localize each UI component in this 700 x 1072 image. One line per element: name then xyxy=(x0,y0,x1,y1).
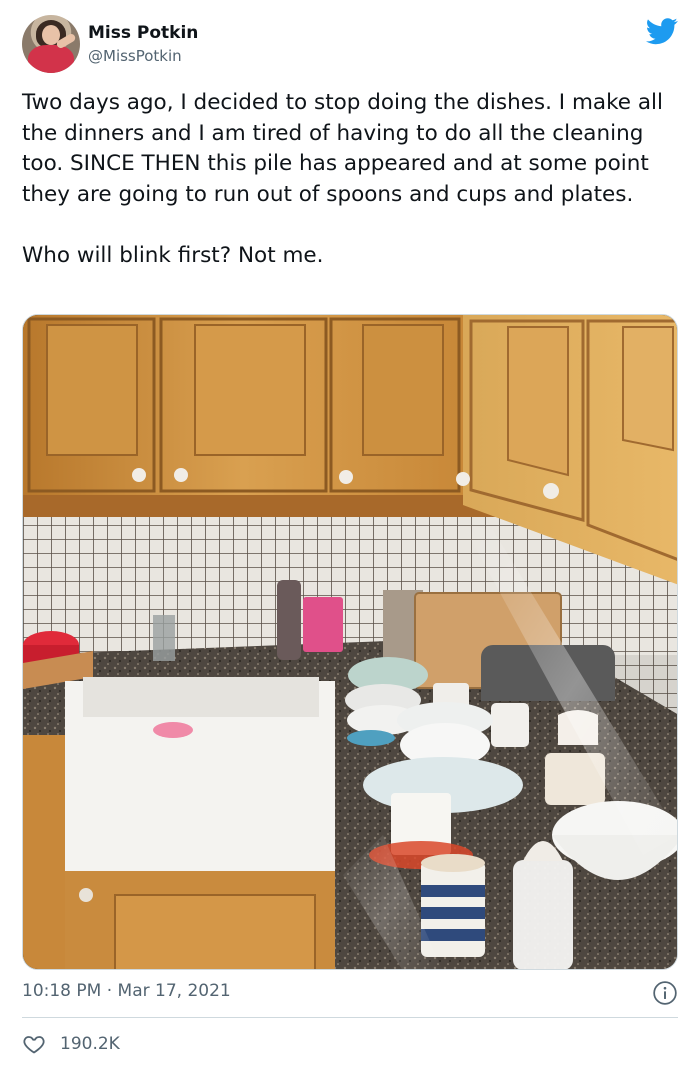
twitter-bird-icon[interactable] xyxy=(646,15,678,47)
avatar[interactable] xyxy=(22,15,80,73)
author-handle[interactable]: @MissPotkin xyxy=(88,47,182,65)
heart-icon[interactable] xyxy=(22,1032,46,1056)
kitchen-photo xyxy=(23,315,677,969)
tweet-photo[interactable] xyxy=(22,314,678,970)
tweet-text: Two days ago, I decided to stop doing th… xyxy=(22,90,663,268)
like-button[interactable]: 190.2K xyxy=(22,1031,120,1057)
tweet-timestamp[interactable]: 10:18 PM · Mar 17, 2021 xyxy=(22,981,231,1001)
like-count: 190.2K xyxy=(60,1034,120,1054)
info-icon[interactable] xyxy=(652,980,678,1006)
tweet-header: Miss Potkin @MissPotkin xyxy=(22,15,682,75)
divider xyxy=(22,1017,678,1018)
author-name[interactable]: Miss Potkin xyxy=(88,23,198,43)
